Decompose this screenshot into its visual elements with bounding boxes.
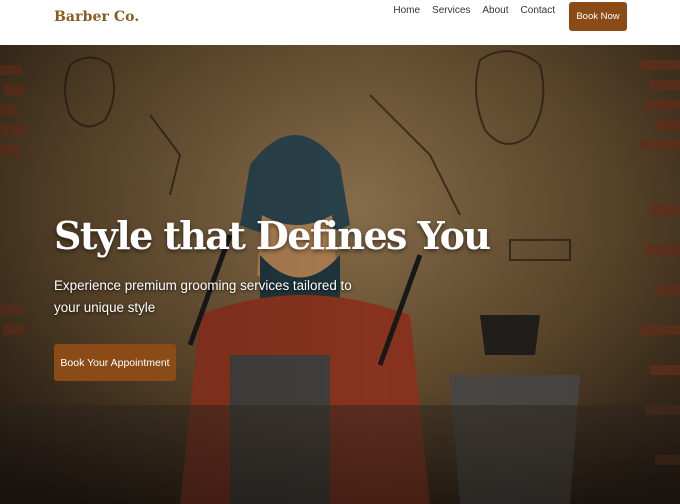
nav-about-link[interactable]: About bbox=[482, 0, 508, 22]
site-header: Barber Co. Home Services About Contact B… bbox=[0, 0, 680, 45]
book-appointment-button[interactable]: Book Your Appointment bbox=[54, 344, 176, 381]
nav-home-link[interactable]: Home bbox=[393, 0, 420, 22]
book-now-button[interactable]: Book Now bbox=[569, 2, 627, 31]
nav-services-link[interactable]: Services bbox=[432, 0, 470, 22]
hero-section: Style that Defines You Experience premiu… bbox=[0, 45, 680, 504]
brand-logo[interactable]: Barber Co. bbox=[54, 9, 139, 25]
hero-title: Style that Defines You bbox=[54, 213, 491, 258]
hero-subtitle: Experience premium grooming services tai… bbox=[54, 278, 352, 315]
main-nav: Home Services About Contact bbox=[381, 0, 555, 22]
nav-contact-link[interactable]: Contact bbox=[521, 0, 555, 22]
